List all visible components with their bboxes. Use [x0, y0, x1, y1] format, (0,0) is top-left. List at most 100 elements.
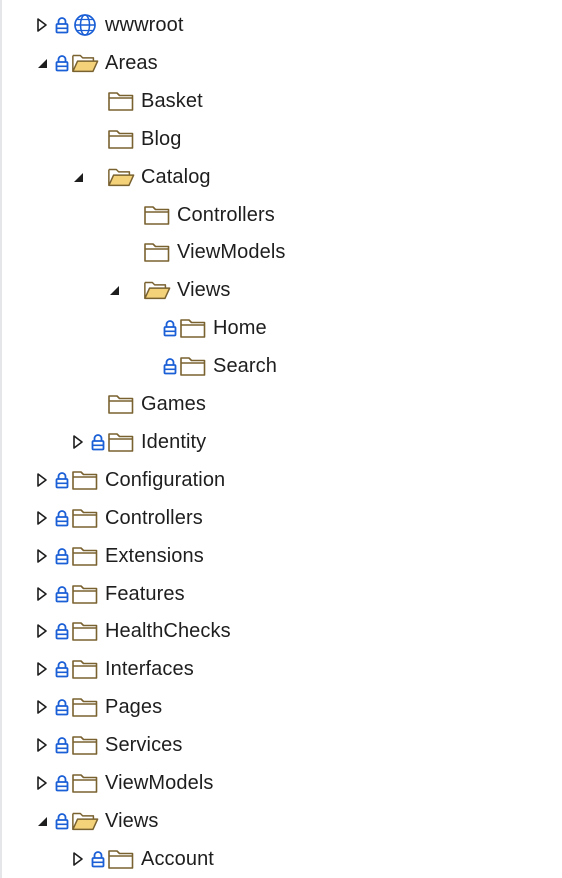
tree-item-label: Home [213, 317, 267, 340]
expanded-arrow-icon[interactable] [32, 811, 52, 831]
folder-icon [71, 506, 99, 530]
folder-icon [143, 240, 171, 264]
folder-icon [179, 316, 207, 340]
tree-row-configuration[interactable]: Configuration [2, 461, 562, 499]
solution-explorer-tree: wwwroot Areas Basket Blog Catalog Controllers… [0, 0, 562, 878]
tree-item-label: Blog [141, 127, 182, 150]
tree-row-viewmodels[interactable]: ViewModels [2, 233, 562, 271]
expanded-arrow-icon[interactable] [32, 53, 52, 73]
folder-icon [71, 582, 99, 606]
tree-item-label: Games [141, 393, 206, 415]
tree-row-services[interactable]: Services [2, 726, 562, 764]
tree-item-label: HealthChecks [105, 620, 231, 643]
lock-icon [90, 849, 106, 869]
tree-row-home[interactable]: Home [2, 309, 562, 347]
lock-icon [54, 470, 70, 490]
tree-row-blog[interactable]: Blog [2, 120, 562, 158]
folder-icon [107, 392, 135, 416]
lock-icon [54, 53, 70, 73]
collapsed-arrow-icon[interactable] [32, 773, 52, 793]
lock-icon [54, 773, 70, 793]
lock-icon [54, 508, 70, 528]
tree-item-label: Services [105, 734, 183, 757]
tree-row-views[interactable]: Views [2, 271, 562, 309]
tree-item-label: Catalog [141, 165, 211, 188]
folder-open-icon [71, 809, 99, 833]
lock-icon [54, 546, 70, 566]
tree-row-search[interactable]: Search [2, 347, 562, 385]
tree-row-viewmodels[interactable]: ViewModels [2, 764, 562, 802]
folder-icon [71, 733, 99, 757]
folder-icon [71, 468, 99, 492]
tree-row-pages[interactable]: Pages [2, 688, 562, 726]
collapsed-arrow-icon[interactable] [32, 470, 52, 490]
lock-icon [54, 811, 70, 831]
tree-item-label: wwwroot [105, 14, 184, 36]
tree-row-account[interactable]: Account [2, 840, 562, 878]
tree-item-label: Identity [141, 430, 207, 453]
tree-row-healthchecks[interactable]: HealthChecks [2, 612, 562, 650]
tree-row-views[interactable]: Views [2, 802, 562, 840]
folder-icon [179, 354, 207, 378]
expanded-arrow-icon[interactable] [104, 280, 124, 300]
tree-item-label: Controllers [177, 203, 275, 226]
tree-row-features[interactable]: Features [2, 575, 562, 613]
lock-icon [54, 15, 70, 35]
lock-icon [162, 318, 178, 338]
folder-open-icon [143, 278, 171, 302]
tree-item-label: Account [141, 847, 214, 870]
tree-row-catalog[interactable]: Catalog [2, 158, 562, 196]
tree-row-extensions[interactable]: Extensions [2, 537, 562, 575]
globe-icon [71, 13, 99, 37]
lock-icon [54, 735, 70, 755]
lock-icon [54, 584, 70, 604]
folder-icon [107, 847, 135, 871]
collapsed-arrow-icon[interactable] [32, 735, 52, 755]
folder-icon [71, 695, 99, 719]
tree-row-interfaces[interactable]: Interfaces [2, 650, 562, 688]
collapsed-arrow-icon[interactable] [32, 659, 52, 679]
collapsed-arrow-icon[interactable] [32, 508, 52, 528]
tree-row-identity[interactable]: Identity [2, 423, 562, 461]
expanded-arrow-icon[interactable] [68, 167, 88, 187]
tree-row-wwwroot[interactable]: wwwroot [2, 6, 562, 44]
folder-icon [71, 619, 99, 643]
collapsed-arrow-icon[interactable] [32, 697, 52, 717]
folder-icon [107, 89, 135, 113]
tree-row-areas[interactable]: Areas [2, 44, 562, 82]
tree-item-label: ViewModels [105, 772, 214, 794]
folder-icon [71, 657, 99, 681]
tree-item-label: ViewModels [177, 241, 286, 264]
collapsed-arrow-icon[interactable] [32, 15, 52, 35]
tree-row-games[interactable]: Games [2, 385, 562, 423]
tree-item-label: Interfaces [105, 658, 194, 681]
tree-item-label: Features [105, 582, 185, 605]
tree-row-controllers[interactable]: Controllers [2, 499, 562, 537]
folder-icon [143, 203, 171, 227]
folder-open-icon [107, 165, 135, 189]
tree-row-controllers[interactable]: Controllers [2, 196, 562, 234]
tree-item-label: Controllers [105, 506, 203, 529]
tree-item-label: Views [105, 809, 159, 832]
tree-item-label: Areas [105, 51, 158, 74]
tree-item-label: Views [177, 279, 231, 302]
lock-icon [54, 659, 70, 679]
lock-icon [162, 356, 178, 376]
tree-item-label: Configuration [105, 468, 226, 491]
collapsed-arrow-icon[interactable] [32, 546, 52, 566]
tree-row-basket[interactable]: Basket [2, 82, 562, 120]
collapsed-arrow-icon[interactable] [68, 849, 88, 869]
tree-item-label: Extensions [105, 544, 204, 567]
folder-icon [71, 771, 99, 795]
collapsed-arrow-icon[interactable] [32, 584, 52, 604]
collapsed-arrow-icon[interactable] [68, 432, 88, 452]
folder-icon [71, 544, 99, 568]
collapsed-arrow-icon[interactable] [32, 621, 52, 641]
